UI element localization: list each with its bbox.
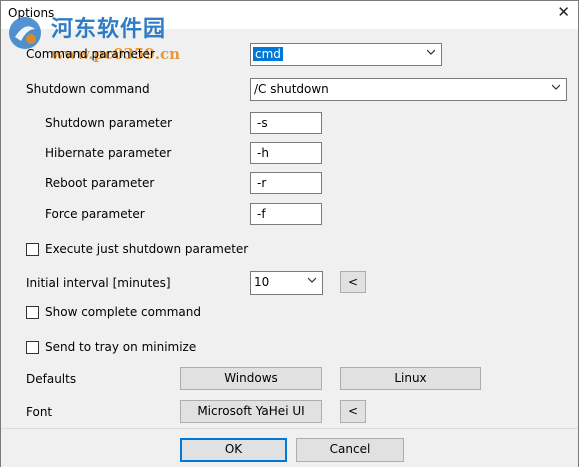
reboot-parameter-input[interactable]: -r [250,172,322,194]
shutdown-parameter-value: -s [257,116,268,130]
linux-defaults-button[interactable]: Linux [340,367,481,390]
initial-interval-value: 10 [254,275,270,289]
reboot-parameter-value: -r [257,176,267,190]
shutdown-command-select[interactable]: /C shutdown [250,78,567,101]
window-title: Options [8,6,55,20]
show-complete-command-label: Show complete command [45,305,201,319]
execute-just-shutdown-label: Execute just shutdown parameter [45,242,249,256]
hibernate-parameter-label: Hibernate parameter [45,146,172,160]
command-parameter-value: cmd [253,47,283,61]
send-to-tray-label: Send to tray on minimize [45,340,197,354]
title-bar: Options ✕ [1,1,578,29]
windows-defaults-button[interactable]: Windows [180,367,322,390]
ok-button[interactable]: OK [180,438,287,462]
execute-just-shutdown-checkbox[interactable] [26,243,39,256]
command-parameter-label: Command parameter [26,47,155,61]
shutdown-command-label: Shutdown command [26,82,150,96]
font-select-button[interactable]: Microsoft YaHei UI [180,400,322,423]
defaults-label: Defaults [26,372,77,386]
chevron-down-icon [427,49,435,55]
shutdown-parameter-label: Shutdown parameter [45,116,173,130]
font-label: Font [26,405,53,419]
options-dialog: Options ✕ 河东软件园 www.pc0359.cn Command pa… [0,0,579,467]
command-parameter-select[interactable]: cmd [250,43,442,66]
shutdown-parameter-input[interactable]: -s [250,112,322,134]
hibernate-parameter-input[interactable]: -h [250,142,322,164]
shutdown-command-value: /C shutdown [254,82,329,96]
chevron-down-icon [308,277,316,283]
force-parameter-value: -f [257,207,266,221]
force-parameter-label: Force parameter [45,207,145,221]
initial-interval-label: Initial interval [minutes] [26,276,171,290]
show-complete-command-checkbox[interactable] [26,306,39,319]
initial-interval-reset-button[interactable]: < [340,271,366,293]
hibernate-parameter-value: -h [257,146,269,160]
dialog-footer: OK Cancel [1,428,578,467]
font-reset-button[interactable]: < [340,400,366,423]
force-parameter-input[interactable]: -f [250,203,322,225]
close-icon[interactable]: ✕ [557,3,570,21]
initial-interval-select[interactable]: 10 [250,271,323,295]
chevron-down-icon [552,84,560,90]
send-to-tray-checkbox[interactable] [26,341,39,354]
reboot-parameter-label: Reboot parameter [45,176,155,190]
cancel-button[interactable]: Cancel [296,438,404,462]
